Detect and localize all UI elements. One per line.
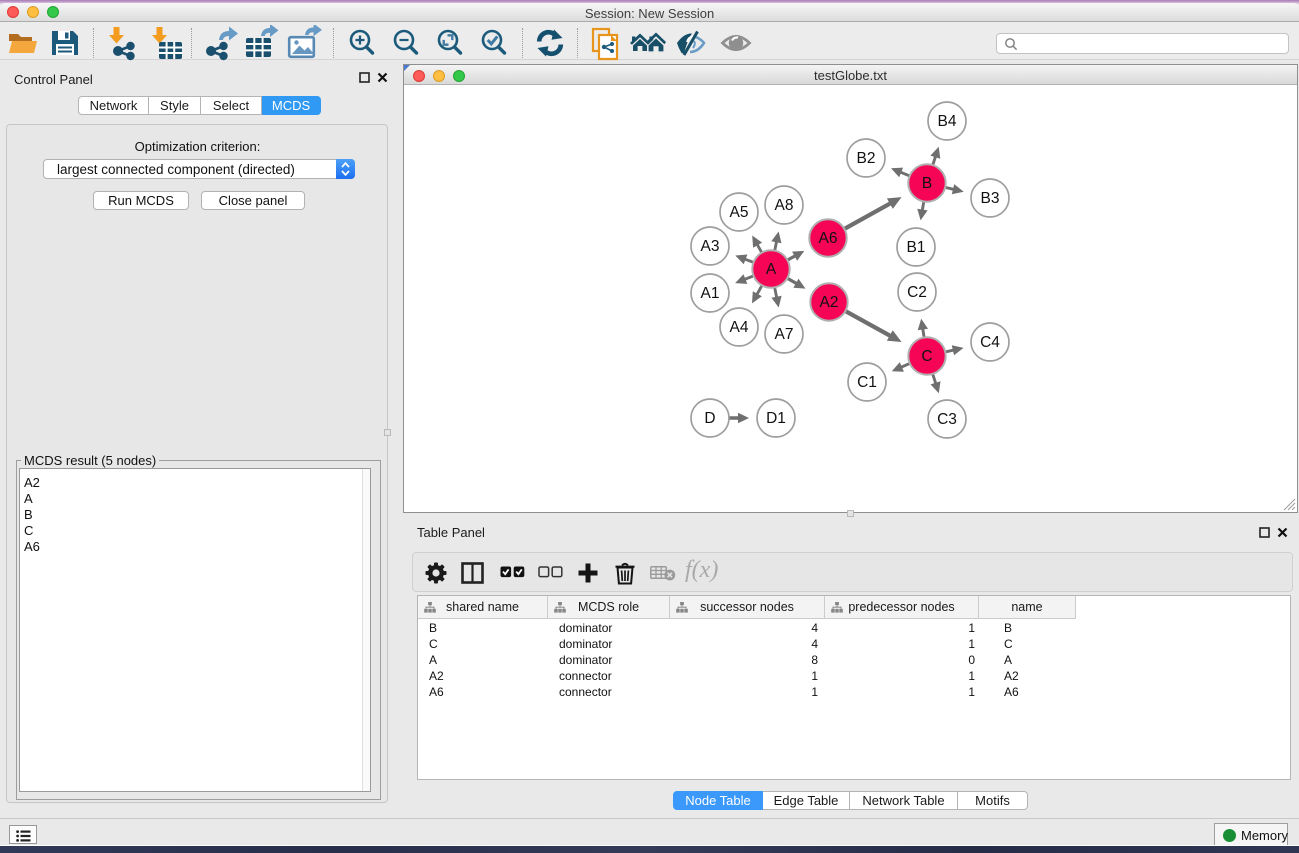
svg-text:D1: D1: [766, 410, 786, 427]
svg-text:B1: B1: [907, 239, 926, 256]
svg-text:C4: C4: [980, 334, 1000, 351]
svg-text:C2: C2: [907, 284, 927, 301]
svg-text:B2: B2: [857, 150, 876, 167]
svg-text:B3: B3: [981, 190, 1000, 207]
svg-text:A2: A2: [820, 294, 839, 311]
svg-text:A4: A4: [730, 319, 749, 336]
svg-text:D: D: [704, 410, 715, 427]
svg-text:B4: B4: [938, 113, 957, 130]
svg-text:A1: A1: [701, 285, 720, 302]
svg-text:B: B: [922, 175, 932, 192]
svg-text:A8: A8: [775, 197, 794, 214]
svg-text:C: C: [921, 348, 932, 365]
svg-text:A: A: [766, 261, 777, 278]
svg-text:A6: A6: [819, 230, 838, 247]
svg-text:A5: A5: [730, 204, 749, 221]
svg-text:C1: C1: [857, 374, 877, 391]
svg-text:A7: A7: [775, 326, 794, 343]
svg-text:C3: C3: [937, 411, 957, 428]
svg-text:A3: A3: [701, 238, 720, 255]
